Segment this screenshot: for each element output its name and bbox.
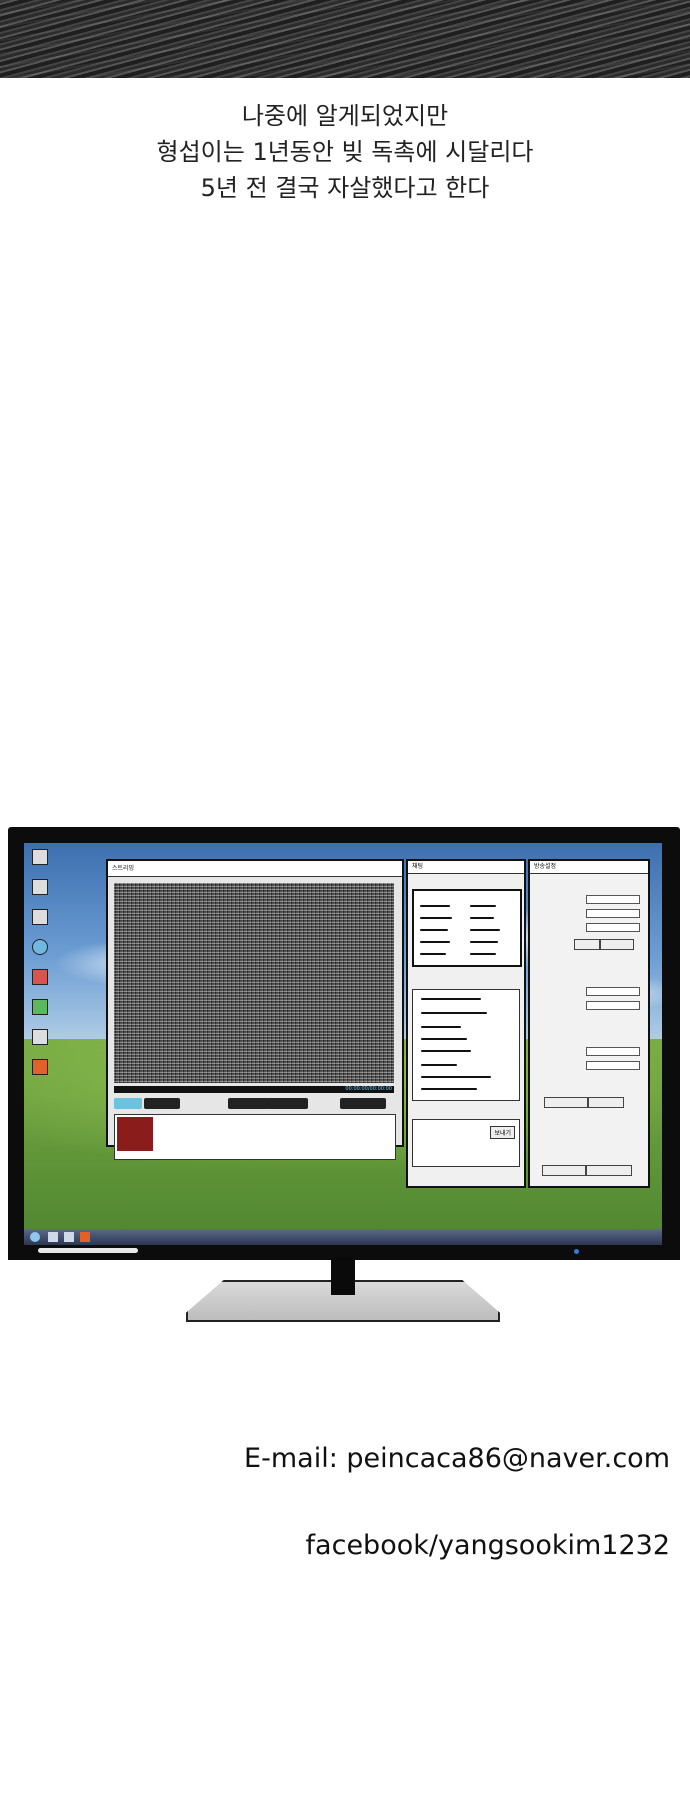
thumbnail [117,1117,153,1151]
scribble-line [421,1026,461,1028]
scribble-line [421,1076,491,1078]
settings-button[interactable] [340,1098,386,1109]
desktop-icon[interactable] [30,1029,50,1045]
user-list [412,889,522,967]
settings-select[interactable] [586,909,640,918]
taskbar-app-icon[interactable] [80,1232,90,1242]
broadcast-button[interactable] [114,1098,142,1109]
settings-row [536,923,640,932]
scribble-line [470,941,498,943]
desktop-icon[interactable] [30,969,50,985]
send-button[interactable]: 보내기 [490,1126,515,1139]
email-credit: E-mail: peincaca86@naver.com [244,1443,670,1474]
narration-line-3: 5년 전 결국 자살했다고 한다 [200,174,490,202]
taskbar [24,1229,662,1245]
narration-text: 나중에 알게되었지만 형섭이는 1년동안 빚 독촉에 시달리다 5년 전 결국 … [0,98,690,206]
settings-button[interactable] [600,939,634,950]
narration-line-2: 형섭이는 1년동안 빚 독촉에 시달리다 [156,138,534,166]
device-select[interactable] [586,1047,640,1056]
seek-bar[interactable]: 00:00:00/00:00:00 [114,1086,394,1093]
capture-button[interactable] [266,1098,308,1109]
scribble-line [470,905,496,907]
scribble-line [420,941,450,943]
taskbar-app-icon[interactable] [64,1232,74,1242]
facebook-credit: facebook/yangsookim1232 [305,1530,670,1561]
settings-button[interactable] [574,939,600,950]
settings-row [536,895,640,904]
chat-log [412,989,520,1101]
streaming-app-window: 스트리밍 00:00:00/00:00:00 [106,859,404,1160]
resolution-select[interactable] [586,987,640,996]
scribble-line [421,998,481,1000]
scribble-line [421,1012,487,1014]
scribble-line [420,929,448,931]
desktop-icon[interactable] [30,909,50,925]
settings-window-title: 방송설정 [530,861,648,874]
scribble-line [420,917,452,919]
desktop-icon[interactable] [30,849,50,865]
scribble-line [470,929,500,931]
video-preview-static [114,883,394,1083]
window-title: 스트리밍 [108,861,402,877]
scribble-line [421,1088,477,1090]
preview-button[interactable] [542,1165,586,1176]
monitor: 스트리밍 00:00:00/00:00:00 채팅 보내기 방송설정 [8,827,680,1260]
monitor-screen: 스트리밍 00:00:00/00:00:00 채팅 보내기 방송설정 [24,843,662,1245]
scribble-line [420,905,450,907]
desktop-icon[interactable] [30,999,50,1015]
settings-row [536,1047,640,1056]
quality-select[interactable] [586,1001,640,1010]
settings-select[interactable] [586,895,640,904]
settings-row [536,987,640,996]
settings-row [536,1061,640,1070]
start-icon[interactable] [30,1232,40,1242]
record-button[interactable] [144,1098,180,1109]
chat-input[interactable]: 보내기 [412,1119,520,1167]
power-light-icon [574,1249,579,1254]
taskbar-app-icon[interactable] [48,1232,58,1242]
user-panel [114,1114,396,1160]
chat-window-title: 채팅 [408,861,524,874]
input-select[interactable] [586,1061,640,1070]
scribble-line [421,1064,457,1066]
scribble-line [421,1050,471,1052]
timer-readout: 00:00:00/00:00:00 [345,1086,392,1092]
start-broadcast-button[interactable] [586,1165,632,1176]
bezel-highlight [38,1248,138,1253]
desktop-icon[interactable] [30,939,50,955]
scribble-line [421,1038,467,1040]
chat-window: 채팅 보내기 [406,859,526,1188]
video-button[interactable] [228,1098,268,1109]
settings-button[interactable] [544,1097,588,1108]
control-row [114,1098,394,1110]
scribble-line [470,953,496,955]
settings-button[interactable] [588,1097,624,1108]
monitor-stand-neck [331,1257,355,1295]
desktop-icon[interactable] [30,879,50,895]
settings-row [536,909,640,918]
settings-window: 방송설정 [528,859,650,1188]
top-panel-art [0,0,690,78]
play-icon[interactable] [30,1059,50,1075]
settings-select[interactable] [586,923,640,932]
scribble-line [470,917,494,919]
narration-line-1: 나중에 알게되었지만 [241,102,449,130]
settings-row [536,1001,640,1010]
scribble-line [420,953,446,955]
